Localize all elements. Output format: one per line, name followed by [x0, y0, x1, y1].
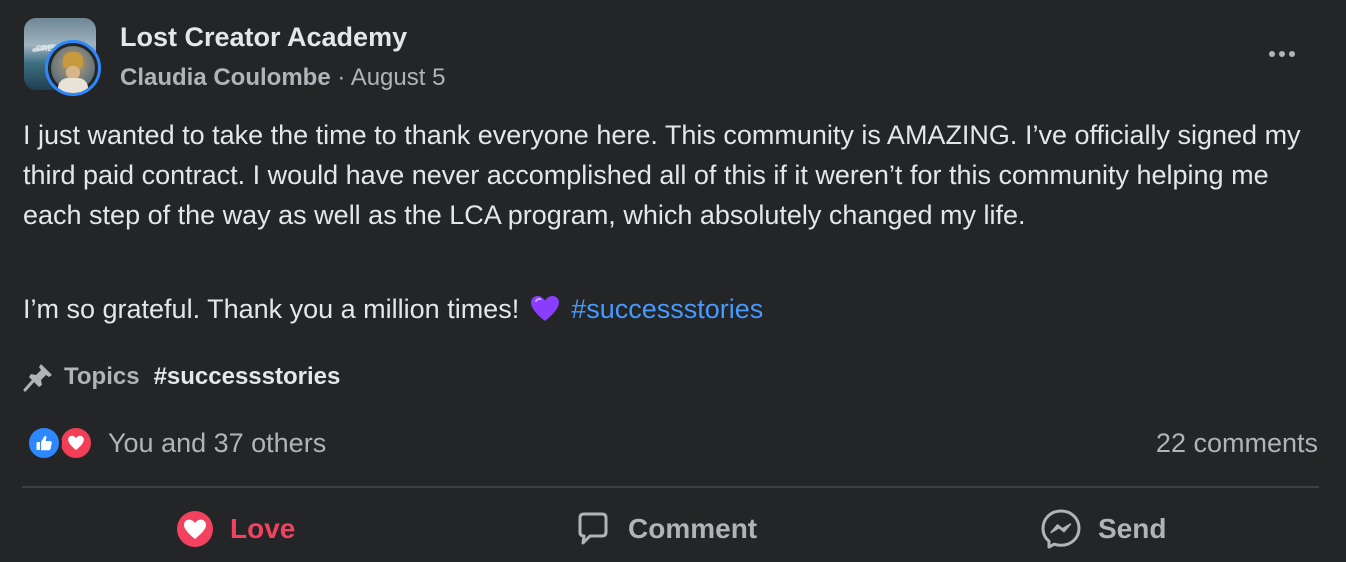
post-body: I just wanted to take the time to thank …: [23, 115, 1323, 235]
post-body-line-text: I’m so grateful. Thank you a million tim…: [23, 294, 520, 324]
topics-label: Topics: [64, 363, 140, 390]
reaction-count: You and 37 others: [108, 427, 327, 458]
more-dot-icon: [1289, 51, 1295, 57]
topic-tag-link[interactable]: #successstories: [154, 363, 341, 391]
more-options-icon[interactable]: [1264, 40, 1300, 68]
post-body-line: I’m so grateful. Thank you a million tim…: [23, 289, 763, 329]
divider: [22, 486, 1319, 488]
avatar-group[interactable]: CRE: [24, 18, 108, 102]
post-date-link[interactable]: August 5: [351, 64, 446, 91]
messenger-icon: [1041, 509, 1081, 549]
more-dot-icon: [1279, 51, 1285, 57]
reactions-summary[interactable]: You and 37 others: [26, 425, 326, 461]
group-name-link[interactable]: Lost Creator Academy: [120, 22, 407, 53]
comment-icon: [578, 512, 608, 545]
like-reaction-icon: [26, 425, 62, 461]
love-reaction-icon: [58, 425, 94, 461]
thumbs-up-icon: [36, 435, 52, 451]
hashtag-link[interactable]: #successstories: [571, 289, 763, 329]
send-button[interactable]: Send: [1040, 504, 1166, 554]
topics-row: Topics #successstories: [22, 360, 340, 394]
pin-icon: [23, 364, 52, 392]
post-body-paragraph: I just wanted to take the time to thank …: [23, 120, 1301, 230]
heart-icon: [68, 435, 84, 450]
post-meta: Claudia Coulombe · August 5: [120, 64, 445, 92]
author-avatar[interactable]: [45, 40, 101, 96]
purple-heart-icon: [531, 296, 560, 321]
love-reaction-icon: [177, 511, 213, 547]
love-button-label: Love: [230, 513, 296, 544]
comment-button-label: Comment: [628, 513, 758, 544]
meta-separator: ·: [337, 64, 346, 91]
send-button-label: Send: [1098, 513, 1167, 544]
author-avatar-body: [58, 78, 88, 93]
author-name-link[interactable]: Claudia Coulombe: [120, 64, 331, 91]
post-card: CRE Lost Creator Academy Claudia Coulomb…: [0, 0, 1346, 562]
comments-count-link[interactable]: 22 comments: [1156, 428, 1318, 459]
love-button[interactable]: Love: [176, 504, 295, 554]
more-dot-icon: [1269, 51, 1275, 57]
comment-button[interactable]: Comment: [574, 504, 757, 554]
